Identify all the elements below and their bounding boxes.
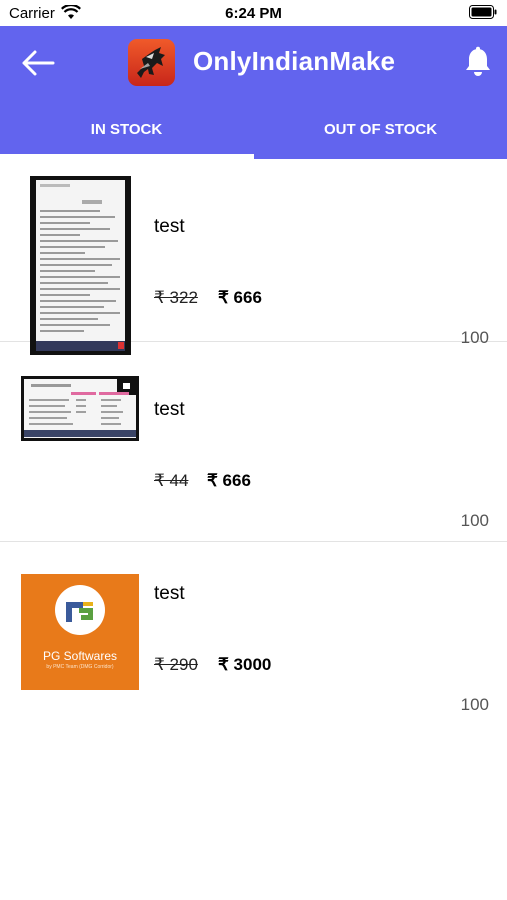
product-quantity: 100	[460, 511, 489, 530]
product-name: test	[154, 399, 185, 420]
product-old-price: ₹ 44	[154, 471, 189, 490]
product-price: ₹ 666	[207, 471, 251, 490]
pg-softwares-logo	[55, 585, 105, 635]
app-logo	[128, 39, 175, 86]
app-header: OnlyIndianMake IN STOCK OUT OF STOCK	[0, 26, 507, 159]
product-quantity: 100	[460, 328, 489, 347]
product-price: ₹ 666	[218, 288, 262, 307]
product-quantity: 100	[460, 695, 489, 714]
bell-icon[interactable]	[464, 46, 492, 78]
product-old-price: ₹ 290	[154, 655, 198, 674]
tab-out-of-stock[interactable]: OUT OF STOCK	[254, 106, 507, 159]
product-item[interactable]: test ₹ 44 ₹ 666 100	[0, 358, 507, 542]
product-thumbnail	[21, 376, 139, 441]
app-title: OnlyIndianMake	[193, 46, 396, 76]
clock: 6:24 PM	[225, 5, 282, 22]
back-arrow-icon[interactable]	[20, 48, 56, 78]
status-bar: Carrier 6:24 PM	[0, 0, 507, 26]
product-name: test	[154, 583, 185, 604]
thumbnail-brand: PG Softwares	[42, 649, 118, 663]
thumbnail-tagline: by PMC Team (DMG Corridor)	[46, 664, 114, 670]
product-item[interactable]: test ₹ 322 ₹ 666 100	[0, 159, 507, 355]
tab-in-stock[interactable]: IN STOCK	[0, 106, 253, 159]
product-price: ₹ 3000	[218, 655, 272, 674]
product-thumbnail: PG Softwares by PMC Team (DMG Corridor)	[21, 574, 139, 690]
product-old-price: ₹ 322	[154, 288, 198, 307]
battery-icon	[469, 5, 497, 19]
product-item[interactable]: PG Softwares by PMC Team (DMG Corridor) …	[0, 542, 507, 724]
product-name: test	[154, 216, 185, 237]
product-thumbnail	[30, 176, 131, 355]
